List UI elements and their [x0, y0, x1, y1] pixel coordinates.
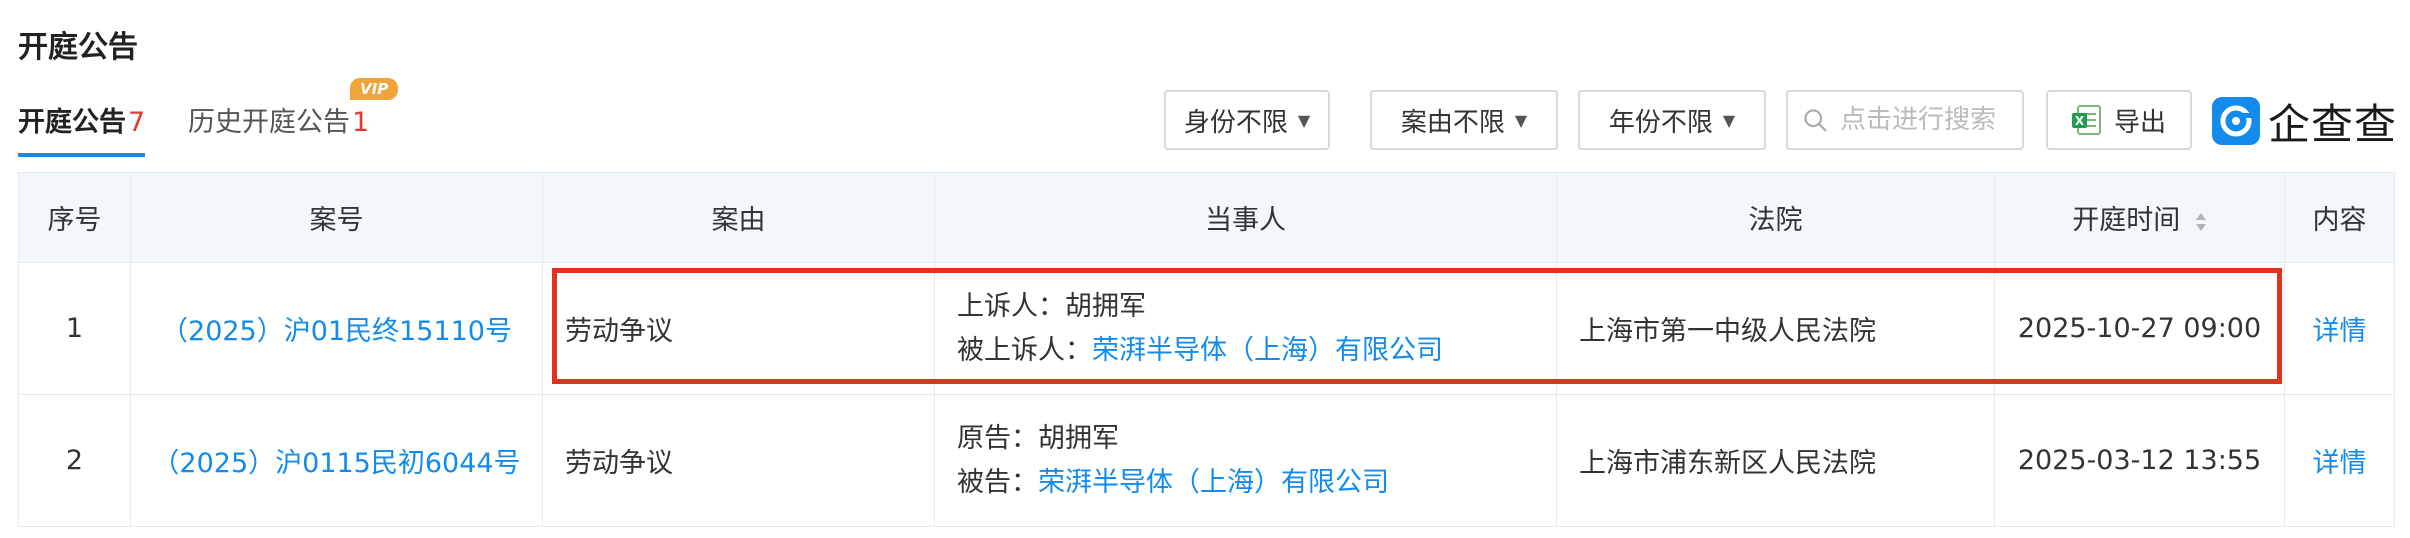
export-button[interactable]: X 导出: [2046, 90, 2192, 150]
vip-badge: VIP: [350, 78, 399, 100]
year-filter-label: 年份不限: [1608, 107, 1713, 138]
cause-filter-label: 案由不限: [1400, 107, 1505, 138]
excel-icon: X: [2071, 105, 2101, 135]
search-input[interactable]: [1838, 104, 2022, 136]
tab-count: 7: [128, 107, 146, 138]
table-row: 1 （2025）沪01民终15110号 劳动争议 上诉人：胡拥军 被上诉人：荣湃…: [18, 262, 2395, 395]
hearing-time: 2025-03-12 13:55: [1994, 394, 2285, 527]
table-row: 2 （2025）沪0115民初6044号 劳动争议 原告：胡拥军 被告：荣湃半导…: [18, 394, 2395, 527]
page-title: 开庭公告: [18, 30, 138, 65]
cause-filter-dropdown[interactable]: 案由不限 ▼: [1370, 90, 1558, 150]
identity-filter-dropdown[interactable]: 身份不限 ▼: [1164, 90, 1330, 150]
caret-down-icon: ▼: [1514, 110, 1528, 130]
case-number-link[interactable]: （2025）沪01民终15110号: [130, 262, 543, 395]
tab-court-notices[interactable]: 开庭公告7: [18, 100, 146, 157]
hearing-time: 2025-10-27 09:00: [1994, 262, 2285, 395]
case-number-link[interactable]: （2025）沪0115民初6044号: [130, 394, 543, 527]
party-company-link[interactable]: 荣湃半导体（上海）有限公司: [1038, 467, 1389, 498]
parties-cell: 原告：胡拥军 被告：荣湃半导体（上海）有限公司: [934, 394, 1557, 527]
party-company-link[interactable]: 荣湃半导体（上海）有限公司: [1092, 335, 1443, 366]
row-index: 1: [18, 262, 131, 395]
detail-cell: 详情: [2284, 262, 2395, 395]
export-label: 导出: [2113, 107, 2166, 138]
year-filter-dropdown[interactable]: 年份不限 ▼: [1578, 90, 1766, 150]
caret-down-icon: ▼: [1722, 110, 1736, 130]
case-cause: 劳动争议: [542, 394, 935, 527]
court-notice-table: 序号 案号 案由 当事人 法院 开庭时间 内容 1 （2025）沪01民终151…: [18, 172, 2395, 527]
column-header-index: 序号: [18, 172, 131, 263]
party-role: 被上诉人：: [957, 334, 1092, 366]
svg-text:X: X: [2075, 114, 2085, 128]
qichacha-logo: 企查查: [2212, 94, 2397, 149]
column-header-time[interactable]: 开庭时间: [1994, 172, 2285, 263]
search-icon: [1804, 109, 1827, 132]
parties-cell: 上诉人：胡拥军 被上诉人：荣湃半导体（上海）有限公司: [934, 262, 1557, 395]
logo-text: 企查查: [2268, 99, 2398, 149]
column-header-case-no: 案号: [130, 172, 543, 263]
party-role: 原告：: [957, 422, 1038, 454]
party-name: 胡拥军: [1038, 422, 1119, 454]
case-number[interactable]: （2025）沪0115民初6044号: [152, 448, 520, 479]
party-name: 胡拥军: [1065, 290, 1146, 322]
court-name: 上海市浦东新区人民法院: [1556, 394, 1995, 527]
qichacha-logo-icon: [2212, 97, 2260, 145]
detail-link[interactable]: 详情: [2313, 316, 2367, 347]
sort-icon[interactable]: [2195, 211, 2207, 233]
court-name: 上海市第一中级人民法院: [1556, 262, 1995, 395]
identity-filter-label: 身份不限: [1183, 107, 1288, 138]
search-box[interactable]: [1786, 90, 2024, 150]
tab-count: 1: [352, 107, 370, 138]
time-header-label: 开庭时间: [2072, 205, 2181, 236]
table-header-row: 序号 案号 案由 当事人 法院 开庭时间 内容: [18, 172, 2395, 263]
detail-link[interactable]: 详情: [2313, 448, 2367, 479]
column-header-cause: 案由: [542, 172, 935, 263]
party-role: 被告：: [957, 466, 1038, 498]
row-index: 2: [18, 394, 131, 527]
tab-history-court-notices[interactable]: 历史开庭公告1: [188, 100, 369, 139]
case-number[interactable]: （2025）沪01民终15110号: [161, 316, 512, 347]
tab-label: 开庭公告: [18, 107, 126, 138]
party-role: 上诉人：: [957, 290, 1065, 322]
column-header-content: 内容: [2284, 172, 2395, 263]
tab-label: 历史开庭公告: [188, 107, 350, 138]
caret-down-icon: ▼: [1297, 110, 1311, 130]
column-header-court: 法院: [1556, 172, 1995, 263]
column-header-parties: 当事人: [934, 172, 1557, 263]
detail-cell: 详情: [2284, 394, 2395, 527]
case-cause: 劳动争议: [542, 262, 935, 395]
